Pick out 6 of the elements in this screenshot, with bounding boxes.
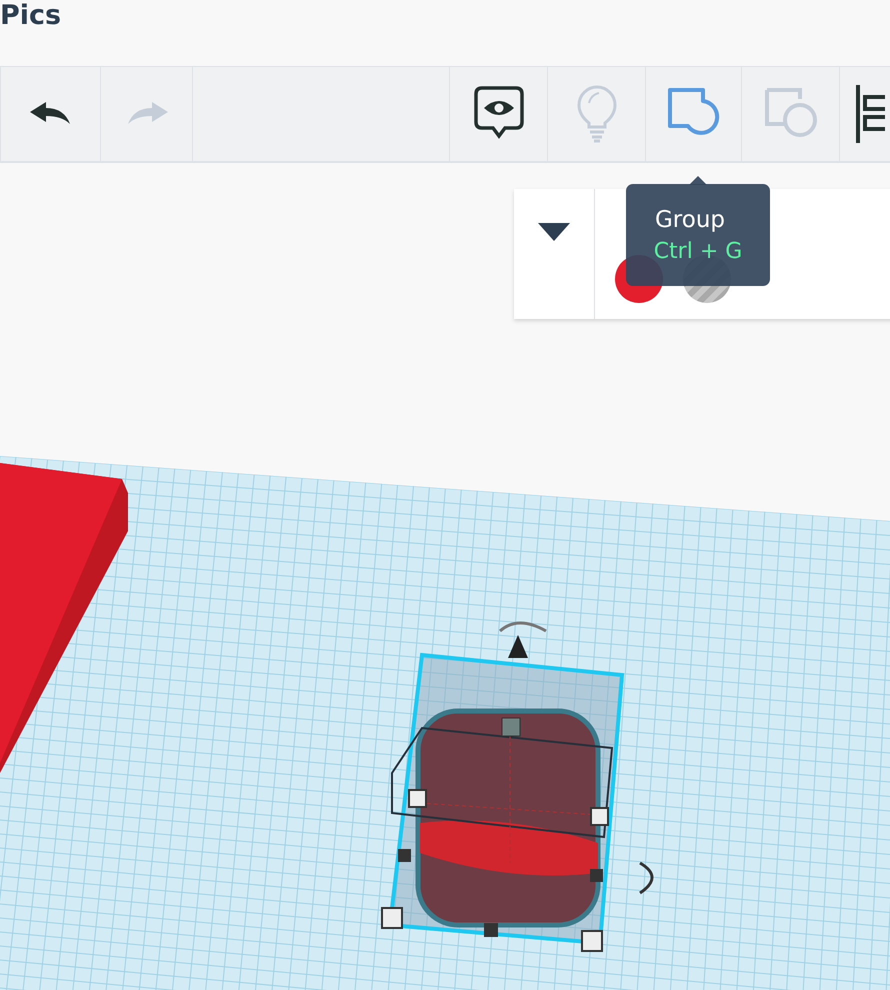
caret-icon[interactable] [538,223,570,243]
shortcut-text: Ctrl + G [654,238,742,264]
align-icon [854,83,884,145]
lightbulb-icon [576,85,616,143]
project-title: Pics [0,0,62,31]
tooltip-title: Group [654,206,726,232]
